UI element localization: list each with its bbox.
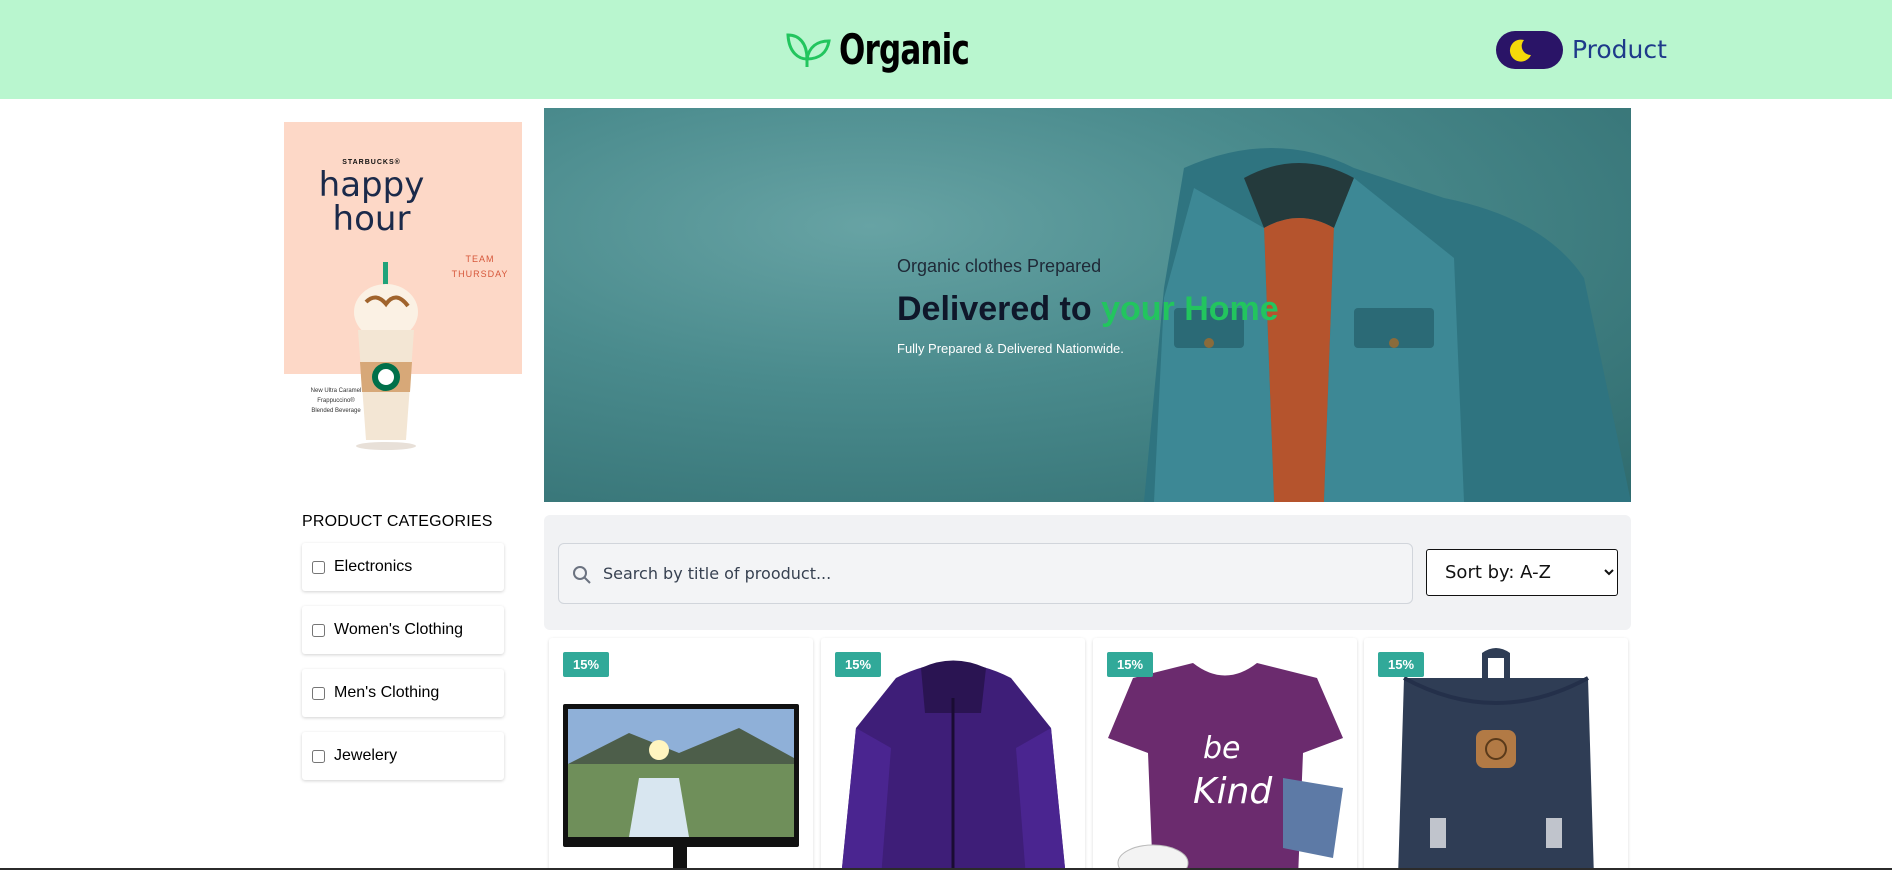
sort-select[interactable]: Sort by: A-Z [1426, 549, 1618, 596]
hero-title-highlight: your Home [1101, 290, 1279, 328]
dark-mode-toggle[interactable] [1496, 31, 1563, 69]
ad-team-text: TEAM THURSDAY [440, 252, 520, 282]
ad-desc-line1: New Ultra Caramel [310, 388, 362, 394]
category-checkbox[interactable] [312, 686, 325, 700]
category-checkbox[interactable] [312, 623, 325, 637]
leaf-icon [786, 33, 831, 67]
category-checkbox[interactable] [312, 749, 325, 763]
site-header: Organic Product [0, 0, 1892, 99]
category-label: Women's Clothing [334, 621, 464, 638]
discount-badge: 15% [835, 652, 882, 677]
category-label: Jewelery [334, 747, 398, 764]
discount-badge: 15% [563, 652, 610, 677]
starbucks-ad-banner[interactable]: STARBUCKS® happy hour TEAM THURSDAY New … [284, 122, 522, 452]
discount-badge: 15% [1378, 652, 1425, 677]
category-mens-clothing[interactable]: Men's Clothing [302, 669, 504, 717]
category-checkbox[interactable] [312, 560, 325, 574]
nav-product-link[interactable]: Product [1572, 35, 1667, 64]
category-label: Electronics [334, 558, 413, 575]
hero-title: Delivered to your Home [897, 290, 1279, 329]
product-card[interactable]: 15% [549, 638, 813, 870]
ad-desc-line2: Frappuccino® [317, 398, 355, 404]
svg-text:be: be [1203, 731, 1241, 766]
search-panel: Sort by: A-Z [544, 515, 1631, 630]
product-card[interactable]: 15% [1364, 638, 1628, 870]
product-card[interactable]: be Kind 15% [1093, 638, 1357, 870]
categories-heading: PRODUCT CATEGORIES [302, 513, 493, 530]
search-icon [573, 566, 591, 584]
category-womens-clothing[interactable]: Women's Clothing [302, 606, 504, 654]
ad-desc-line3: Blended Beverage [311, 408, 361, 414]
ad-title: happy hour [284, 168, 459, 236]
ad-team-line2: THURSDAY [451, 269, 509, 279]
hero-banner: Organic clothes Prepared Delivered to yo… [544, 108, 1631, 502]
logo-text: Organic [839, 24, 970, 74]
product-card[interactable]: 15% [821, 638, 1085, 870]
moon-icon [1509, 39, 1531, 62]
ad-team-line1: TEAM [465, 254, 495, 264]
search-box[interactable] [558, 543, 1413, 604]
frappuccino-cup-image [354, 262, 418, 450]
logo[interactable]: Organic [785, 22, 998, 76]
category-label: Men's Clothing [334, 684, 440, 701]
hero-tagline: Fully Prepared & Delivered Nationwide. [897, 341, 1124, 356]
hero-title-text: Delivered to [897, 290, 1102, 328]
discount-badge: 15% [1107, 652, 1154, 677]
ad-description: New Ultra Caramel Frappuccino® Blended B… [296, 386, 376, 416]
ad-title-line1: happy [318, 165, 425, 205]
hero-subtitle: Organic clothes Prepared [897, 256, 1102, 276]
ad-title-line2: hour [332, 199, 411, 239]
svg-text:Kind: Kind [1193, 771, 1273, 812]
category-electronics[interactable]: Electronics [302, 543, 504, 591]
search-input[interactable] [603, 545, 1403, 602]
category-jewelery[interactable]: Jewelery [302, 732, 504, 780]
